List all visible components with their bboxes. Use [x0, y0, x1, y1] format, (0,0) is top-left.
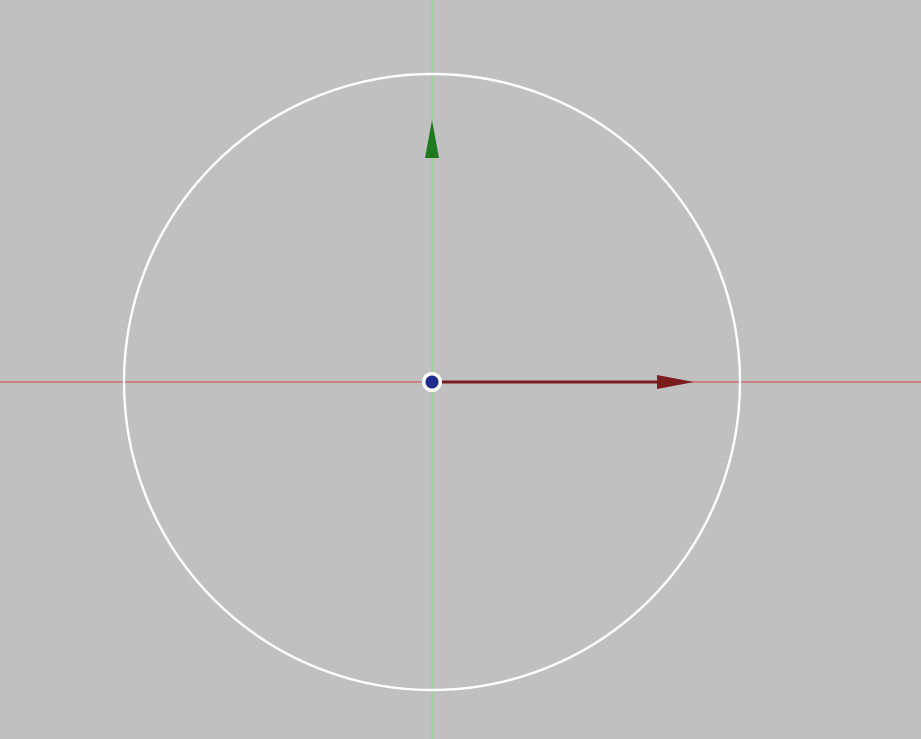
origin-point[interactable]: [422, 372, 442, 392]
canvas-background: [0, 0, 921, 739]
viewport[interactable]: [0, 0, 921, 739]
origin-dot: [425, 375, 439, 389]
scene-canvas[interactable]: [0, 0, 921, 739]
